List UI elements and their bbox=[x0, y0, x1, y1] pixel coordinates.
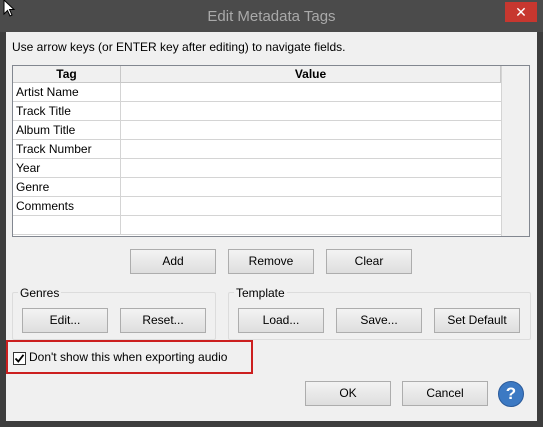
dont-show-checkbox[interactable] bbox=[13, 352, 26, 365]
edit-genres-button[interactable]: Edit... bbox=[22, 308, 108, 333]
table-row[interactable]: Comments bbox=[13, 197, 501, 216]
template-group-label: Template bbox=[234, 286, 287, 300]
value-cell[interactable] bbox=[121, 159, 501, 178]
table-row[interactable]: Artist Name bbox=[13, 83, 501, 102]
cancel-button[interactable]: Cancel bbox=[402, 381, 488, 406]
tag-cell[interactable]: Album Title bbox=[13, 121, 121, 140]
table-row[interactable]: Year bbox=[13, 159, 501, 178]
value-cell[interactable] bbox=[121, 140, 501, 159]
value-cell[interactable] bbox=[121, 197, 501, 216]
genres-group-label: Genres bbox=[18, 286, 62, 300]
ok-button[interactable]: OK bbox=[305, 381, 391, 406]
tag-cell[interactable]: Track Number bbox=[13, 140, 121, 159]
load-template-button[interactable]: Load... bbox=[238, 308, 324, 333]
table-row[interactable] bbox=[13, 216, 501, 235]
value-cell[interactable] bbox=[121, 216, 501, 235]
tag-cell[interactable]: Track Title bbox=[13, 102, 121, 121]
dialog-body: Use arrow keys (or ENTER key after editi… bbox=[6, 32, 537, 421]
metadata-table: Tag Value Artist Name Track Title Album … bbox=[12, 65, 530, 237]
table-row[interactable]: Track Number bbox=[13, 140, 501, 159]
help-button[interactable]: ? bbox=[498, 381, 524, 407]
value-cell[interactable] bbox=[121, 121, 501, 140]
table-row[interactable]: Album Title bbox=[13, 121, 501, 140]
edit-metadata-dialog: Edit Metadata Tags ✕ Use arrow keys (or … bbox=[0, 0, 543, 427]
add-button[interactable]: Add bbox=[130, 249, 216, 274]
set-default-template-button[interactable]: Set Default bbox=[434, 308, 520, 333]
table-row[interactable]: Genre bbox=[13, 178, 501, 197]
checkmark-icon bbox=[14, 354, 25, 363]
column-header-tag[interactable]: Tag bbox=[13, 66, 121, 83]
tag-cell[interactable]: Year bbox=[13, 159, 121, 178]
dont-show-label[interactable]: Don't show this when exporting audio bbox=[29, 350, 227, 364]
remove-button[interactable]: Remove bbox=[228, 249, 314, 274]
clear-button[interactable]: Clear bbox=[326, 249, 412, 274]
window-title: Edit Metadata Tags bbox=[207, 8, 336, 25]
tag-cell[interactable]: Artist Name bbox=[13, 83, 121, 102]
reset-genres-button[interactable]: Reset... bbox=[120, 308, 206, 333]
close-button[interactable]: ✕ bbox=[505, 2, 537, 22]
tag-cell[interactable]: Genre bbox=[13, 178, 121, 197]
tag-cell[interactable]: Comments bbox=[13, 197, 121, 216]
value-cell[interactable] bbox=[121, 83, 501, 102]
value-cell[interactable] bbox=[121, 102, 501, 121]
instructions-text: Use arrow keys (or ENTER key after editi… bbox=[12, 40, 346, 54]
tag-cell[interactable] bbox=[13, 216, 121, 235]
title-bar[interactable]: Edit Metadata Tags ✕ bbox=[0, 0, 543, 32]
value-cell[interactable] bbox=[121, 178, 501, 197]
column-header-value[interactable]: Value bbox=[121, 66, 501, 83]
table-scroll-area[interactable] bbox=[501, 66, 529, 236]
save-template-button[interactable]: Save... bbox=[336, 308, 422, 333]
table-row[interactable]: Track Title bbox=[13, 102, 501, 121]
dont-show-highlight: Don't show this when exporting audio bbox=[6, 340, 253, 374]
